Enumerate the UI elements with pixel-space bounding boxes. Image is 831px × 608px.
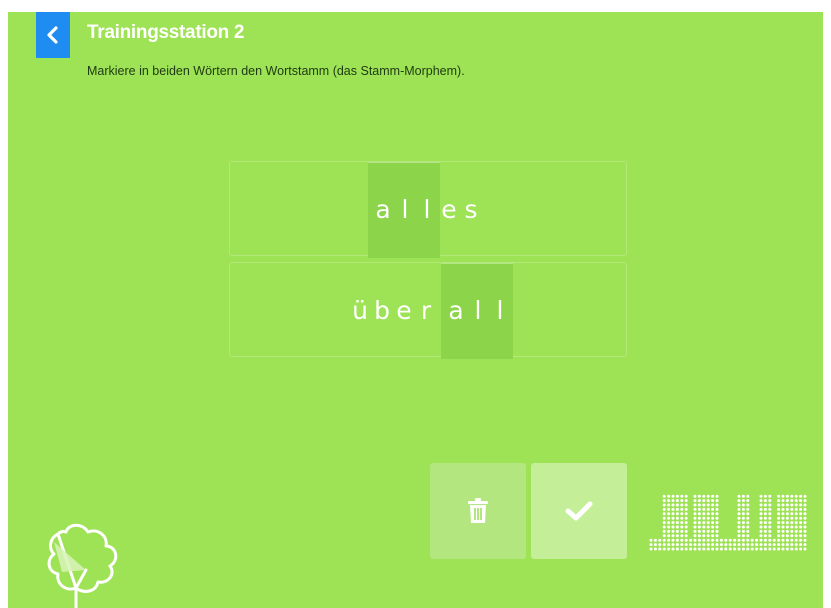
back-button[interactable]: [36, 12, 70, 58]
letter-tile[interactable]: l: [466, 291, 490, 331]
instruction-text: Markiere in beiden Wörtern den Wortstamm…: [87, 64, 465, 78]
word-card-alles[interactable]: a l l e s: [229, 161, 627, 258]
trash-icon: [468, 498, 488, 523]
confirm-button[interactable]: [531, 463, 627, 559]
delete-button[interactable]: [430, 463, 526, 559]
dot-matrix-progress-icon: [649, 494, 807, 551]
training-stage: Trainingsstation 2 Markiere in beiden Wö…: [8, 12, 823, 608]
letter-tile[interactable]: l: [415, 190, 439, 230]
letter-tile[interactable]: r: [414, 291, 438, 331]
letter-tile[interactable]: a: [371, 190, 395, 230]
letter-tile[interactable]: e: [437, 190, 461, 230]
checkmark-icon: [565, 501, 593, 521]
page-title: Trainingsstation 2: [87, 22, 245, 43]
letter-tile[interactable]: s: [459, 190, 483, 230]
letter-tile[interactable]: b: [370, 291, 394, 331]
letter-tile[interactable]: l: [393, 190, 417, 230]
chevron-left-icon: [47, 26, 58, 44]
letter-tile[interactable]: e: [392, 291, 416, 331]
letter-tile[interactable]: a: [444, 291, 468, 331]
letter-tile[interactable]: ü: [348, 291, 372, 331]
tree-icon: [47, 523, 118, 608]
letter-tile[interactable]: l: [488, 291, 512, 331]
word-card-ueberall[interactable]: ü b e r a l l: [229, 262, 627, 359]
